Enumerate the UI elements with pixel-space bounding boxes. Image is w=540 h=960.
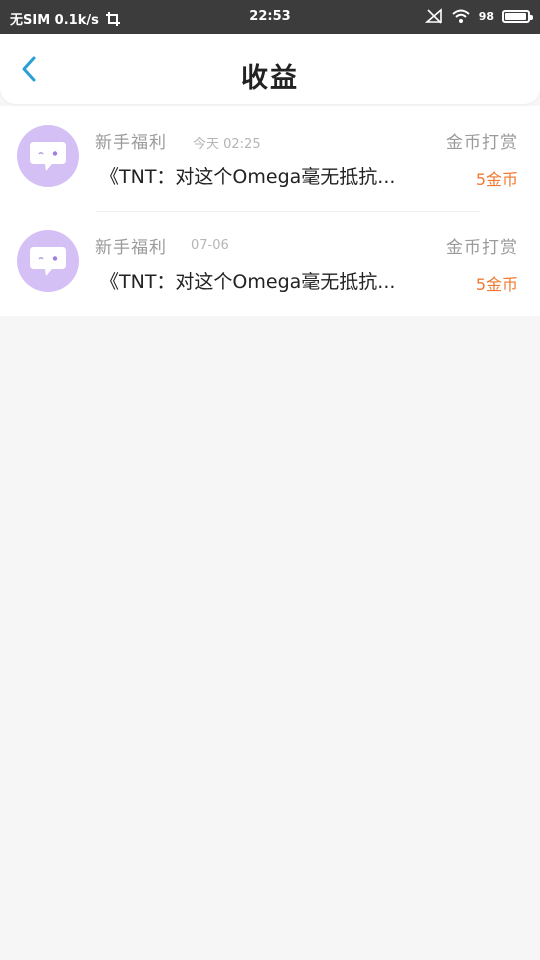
app-header: 收益 [0, 34, 540, 104]
list-item[interactable]: 新手福利 07-06 金币打赏 《TNT：对这个Omega毫无抵抗... 5金币 [0, 211, 540, 316]
avatar [17, 125, 79, 187]
item-tag: 金币打赏 [446, 133, 518, 153]
item-time: 07-06 [191, 238, 229, 253]
status-bar: 无SIM 0.1k/s 22:53 98 [0, 0, 540, 34]
chat-bubble-icon [30, 247, 66, 276]
item-title: 新手福利 [95, 133, 167, 153]
avatar [17, 230, 79, 292]
item-tag: 金币打赏 [446, 238, 518, 258]
no-signal-icon [424, 8, 442, 24]
item-amount: 5金币 [475, 275, 518, 294]
earnings-list: 新手福利 今天 02:25 金币打赏 《TNT：对这个Omega毫无抵抗... … [0, 106, 540, 316]
battery-percent: 98 [478, 9, 494, 23]
item-time: 今天 02:25 [193, 137, 261, 152]
battery-icon [502, 9, 533, 23]
item-title: 新手福利 [95, 238, 167, 258]
item-description: 《TNT：对这个Omega毫无抵抗... [100, 166, 396, 188]
chat-bubble-icon [30, 142, 66, 171]
status-right: 98 [424, 8, 533, 24]
item-amount: 5金币 [475, 170, 518, 189]
wifi-icon [452, 9, 470, 23]
item-description: 《TNT：对这个Omega毫无抵抗... [100, 271, 396, 293]
list-item[interactable]: 新手福利 今天 02:25 金币打赏 《TNT：对这个Omega毫无抵抗... … [0, 106, 540, 211]
page-title: 收益 [241, 63, 299, 94]
